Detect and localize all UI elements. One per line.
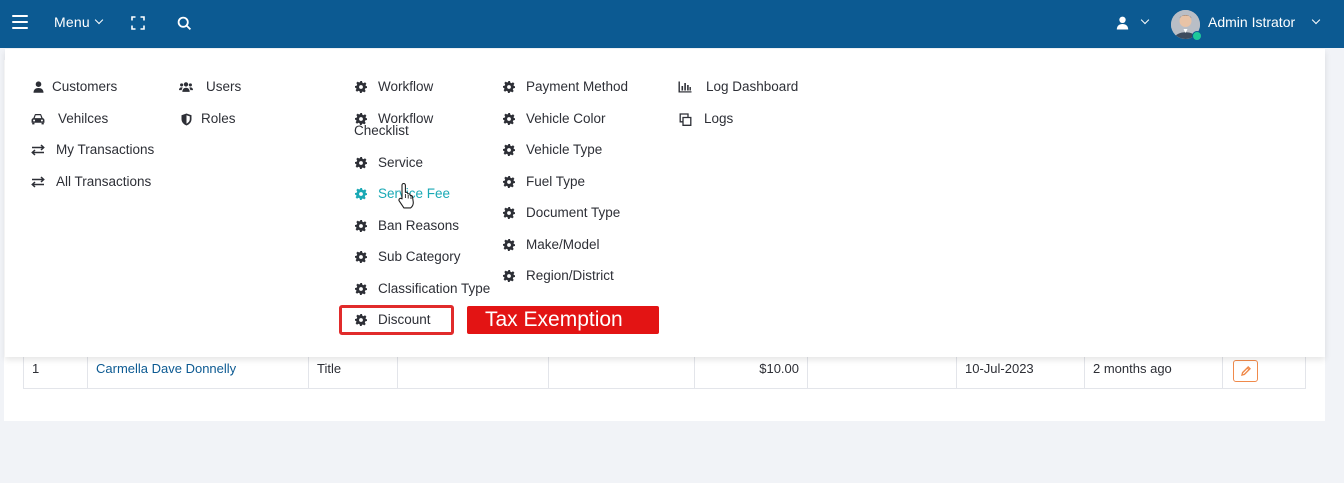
menu-item-service-fee[interactable]: Service Fee xyxy=(354,186,450,202)
menu-item-users[interactable]: Users xyxy=(179,79,241,95)
gear-icon xyxy=(502,143,516,157)
fullscreen-icon[interactable] xyxy=(131,16,145,30)
menu-item-fuel-type[interactable]: Fuel Type xyxy=(502,174,585,190)
menu-item-vehicle-color[interactable]: Vehicle Color xyxy=(502,111,606,127)
menu-item-roles[interactable]: Roles xyxy=(179,111,236,127)
menu-item-workflow[interactable]: Workflow xyxy=(354,79,433,95)
menu-item-log-dashboard[interactable]: Log Dashboard xyxy=(678,79,798,95)
gear-icon xyxy=(354,250,368,264)
chevron-down-icon[interactable] xyxy=(1140,15,1150,25)
shield-icon xyxy=(179,112,193,126)
user-icon[interactable] xyxy=(1116,16,1129,30)
gear-icon xyxy=(502,206,516,220)
tax-exemption-annotation: Tax Exemption xyxy=(467,306,659,334)
mega-menu-dropdown xyxy=(5,49,1325,357)
menu-item-my-transactions[interactable]: My Transactions xyxy=(31,142,154,158)
online-status-dot xyxy=(1192,31,1202,41)
menu-item-logs[interactable]: Logs xyxy=(678,111,733,127)
menu-dropdown-toggle[interactable]: Menu xyxy=(54,14,104,30)
gear-icon xyxy=(354,282,368,296)
gear-icon xyxy=(502,269,516,283)
menu-item-customers[interactable]: Customers xyxy=(31,79,117,95)
menu-item-classification-type[interactable]: Classification Type xyxy=(354,281,490,297)
gear-icon xyxy=(502,112,516,126)
exchange-icon xyxy=(31,143,45,157)
users-icon xyxy=(179,80,193,94)
menu-item-workflow-checklist[interactable]: Workflow Checklist xyxy=(354,111,433,139)
menu-item-document-type[interactable]: Document Type xyxy=(502,205,620,221)
edit-button[interactable] xyxy=(1233,360,1258,382)
copy-icon xyxy=(678,112,692,126)
gear-icon xyxy=(354,156,368,170)
bar-chart-icon xyxy=(678,80,692,94)
gear-icon xyxy=(502,80,516,94)
menu-item-vehicles[interactable]: Vehilces xyxy=(31,111,108,127)
search-icon[interactable] xyxy=(177,16,192,31)
chevron-down-icon[interactable] xyxy=(1311,15,1321,25)
top-navbar: Menu Admin Istrator xyxy=(0,0,1344,48)
car-icon xyxy=(31,112,45,126)
gear-icon xyxy=(354,219,368,233)
user-menu-toggle[interactable]: Admin Istrator xyxy=(1208,14,1295,30)
username-label: Admin Istrator xyxy=(1208,14,1296,30)
gear-icon xyxy=(502,238,516,252)
pencil-icon xyxy=(1240,366,1251,376)
menu-item-ban-reasons[interactable]: Ban Reasons xyxy=(354,218,459,234)
menu-item-all-transactions[interactable]: All Transactions xyxy=(31,174,151,190)
menu-item-payment-method[interactable]: Payment Method xyxy=(502,79,628,95)
menu-item-vehicle-type[interactable]: Vehicle Type xyxy=(502,142,602,158)
exchange-icon xyxy=(31,175,45,189)
gear-icon xyxy=(502,175,516,189)
menu-item-region-district[interactable]: Region/District xyxy=(502,268,614,284)
gear-icon xyxy=(354,187,368,201)
gear-icon xyxy=(354,112,368,126)
gear-icon xyxy=(354,80,368,94)
chevron-down-icon xyxy=(94,15,104,25)
menu-item-sub-category[interactable]: Sub Category xyxy=(354,249,461,265)
menu-item-make-model[interactable]: Make/Model xyxy=(502,237,600,253)
menu-item-service[interactable]: Service xyxy=(354,155,423,171)
avatar[interactable] xyxy=(1171,10,1202,41)
user-icon xyxy=(31,80,45,94)
hamburger-menu-icon[interactable] xyxy=(12,15,28,29)
discount-highlight-box xyxy=(339,305,454,335)
menu-label: Menu xyxy=(54,14,90,30)
